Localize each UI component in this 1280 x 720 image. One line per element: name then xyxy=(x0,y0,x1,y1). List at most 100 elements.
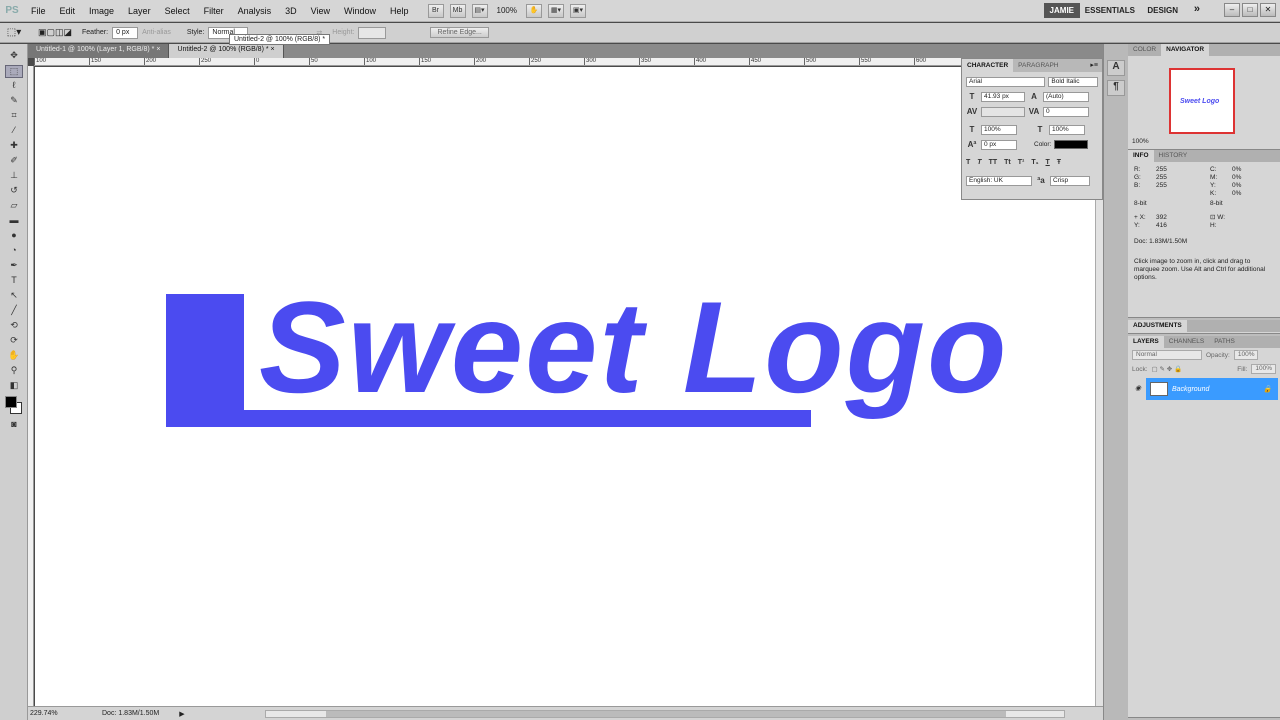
vertical-scale-input[interactable]: 100% xyxy=(981,124,1017,135)
eyedropper-tool-icon[interactable]: ⁄ xyxy=(5,125,23,138)
menu-analysis[interactable]: Analysis xyxy=(231,0,279,22)
marquee-tool-icon[interactable]: ⬚ xyxy=(5,65,23,78)
close-icon[interactable]: ✕ xyxy=(1260,3,1276,17)
zoom-level-dropdown[interactable]: 100% xyxy=(497,6,517,15)
close-tab-icon[interactable]: × xyxy=(271,46,275,53)
tab-character[interactable]: CHARACTER xyxy=(962,59,1014,72)
horizontal-scale-input[interactable]: 100% xyxy=(1049,124,1085,135)
type-tool-icon[interactable]: T xyxy=(5,275,23,288)
leading-input[interactable]: (Auto) xyxy=(1043,91,1089,102)
menu-view[interactable]: View xyxy=(304,0,337,22)
foreground-color-swatch[interactable] xyxy=(5,396,17,408)
menu-layer[interactable]: Layer xyxy=(121,0,158,22)
blend-mode-select[interactable]: Normal xyxy=(1132,350,1202,360)
menu-window[interactable]: Window xyxy=(337,0,383,22)
character-panel-icon[interactable]: A xyxy=(1107,60,1125,76)
anti-alias-checkbox[interactable]: Anti-alias xyxy=(142,29,171,36)
pen-tool-icon[interactable]: ✒ xyxy=(5,260,23,273)
zoom-tool-icon[interactable]: ⚲ xyxy=(5,365,23,378)
color-swatches[interactable] xyxy=(4,395,23,417)
subscript-button[interactable]: T₁ xyxy=(1031,159,1038,166)
minimize-icon[interactable]: – xyxy=(1224,3,1240,17)
blur-tool-icon[interactable]: ● xyxy=(5,230,23,243)
tab-layers[interactable]: LAYERS xyxy=(1128,336,1164,348)
shape-tool-icon[interactable]: ╱ xyxy=(5,305,23,318)
dodge-tool-icon[interactable]: ◔ xyxy=(5,245,23,258)
path-select-icon[interactable]: ↖ xyxy=(5,290,23,303)
fill-input[interactable]: 100% xyxy=(1251,364,1276,374)
scroll-thumb[interactable] xyxy=(325,710,1006,717)
workspace-jamie[interactable]: JAMIE xyxy=(1043,3,1080,18)
quick-mask-icon[interactable]: ◙ xyxy=(5,419,23,432)
mini-bridge-button[interactable]: Mb xyxy=(449,3,466,18)
language-select[interactable]: English: UK xyxy=(966,175,1032,186)
panel-menu-icon[interactable]: ▸≡ xyxy=(1086,59,1102,72)
paragraph-panel-icon[interactable]: ¶ xyxy=(1107,80,1125,96)
view-extras-icon[interactable]: ▤▾ xyxy=(471,3,488,18)
tab-history[interactable]: HISTORY xyxy=(1154,150,1193,162)
horizontal-scrollbar[interactable] xyxy=(264,709,1065,718)
3d-orbit-icon[interactable]: ⟳ xyxy=(5,335,23,348)
brush-tool-icon[interactable]: ✐ xyxy=(5,155,23,168)
default-colors-icon[interactable]: ◧ xyxy=(5,380,23,393)
screen-mode-icon[interactable]: ▣▾ xyxy=(569,3,586,18)
opacity-input[interactable]: 100% xyxy=(1233,350,1259,360)
selection-mode-icons[interactable]: ▣▢◫◪ xyxy=(38,27,72,38)
status-menu-arrow-icon[interactable]: ▶ xyxy=(179,710,184,718)
navigator-thumbnail[interactable]: Sweet Logo xyxy=(1169,68,1235,134)
status-zoom[interactable]: 229.74% xyxy=(28,710,62,717)
text-color-swatch[interactable] xyxy=(1054,140,1089,149)
anti-alias-select[interactable]: Crisp xyxy=(1050,175,1090,186)
superscript-button[interactable]: T¹ xyxy=(1018,159,1025,166)
arrange-documents-icon[interactable]: ▦▾ xyxy=(547,3,564,18)
font-size-input[interactable]: 41.93 px xyxy=(981,91,1025,102)
crop-tool-icon[interactable]: ⌗ xyxy=(5,110,23,123)
underline-button[interactable]: T xyxy=(1046,159,1050,166)
font-style-select[interactable]: Bold Italic xyxy=(1048,76,1098,87)
lock-icons[interactable]: ▢ ✎ ✥ 🔒 xyxy=(1152,365,1183,373)
eraser-tool-icon[interactable]: ▱ xyxy=(5,200,23,213)
menu-help[interactable]: Help xyxy=(383,0,416,22)
tab-untitled-2[interactable]: Untitled-2 @ 100% (RGB/8) * × xyxy=(169,44,284,58)
navigator-zoom[interactable]: 100% xyxy=(1132,138,1149,145)
feather-input[interactable]: 0 px xyxy=(112,26,139,39)
document-canvas[interactable]: Sweet Logo xyxy=(35,67,1095,706)
menu-image[interactable]: Image xyxy=(82,0,121,22)
refine-edge-button[interactable]: Refine Edge... xyxy=(430,27,489,38)
tab-color[interactable]: COLOR xyxy=(1128,44,1161,56)
tab-paragraph[interactable]: PARAGRAPH xyxy=(1013,59,1063,72)
eye-icon[interactable]: ◉ xyxy=(1130,378,1146,400)
more-workspaces-icon[interactable]: » xyxy=(1194,3,1200,15)
baseline-shift-input[interactable]: 0 px xyxy=(981,139,1017,150)
kerning-input[interactable] xyxy=(981,106,1025,117)
healing-brush-icon[interactable]: ✚ xyxy=(5,140,23,153)
tab-channels[interactable]: CHANNELS xyxy=(1164,336,1209,348)
menu-select[interactable]: Select xyxy=(158,0,197,22)
all-caps-button[interactable]: TT xyxy=(989,159,998,166)
tab-untitled-1[interactable]: Untitled-1 @ 100% (Layer 1, RGB/8) * × xyxy=(28,44,170,58)
marquee-preset-icon[interactable]: ⬚▾ xyxy=(0,27,28,38)
move-tool-icon[interactable]: ✥ xyxy=(5,50,23,63)
faux-bold-button[interactable]: T xyxy=(966,159,970,166)
3d-rotate-icon[interactable]: ⟲ xyxy=(5,320,23,333)
tab-paths[interactable]: PATHS xyxy=(1209,336,1240,348)
height-input[interactable] xyxy=(358,26,387,39)
hand-tool-icon[interactable]: ✋ xyxy=(5,350,23,363)
menu-edit[interactable]: Edit xyxy=(53,0,83,22)
menu-filter[interactable]: Filter xyxy=(197,0,231,22)
maximize-icon[interactable]: □ xyxy=(1242,3,1258,17)
bridge-button[interactable]: Br xyxy=(427,3,444,18)
tab-navigator[interactable]: NAVIGATOR xyxy=(1161,44,1210,56)
lasso-tool-icon[interactable]: ℓ xyxy=(5,80,23,93)
hand-tool-icon[interactable]: ✋ xyxy=(525,3,542,18)
quick-select-tool-icon[interactable]: ✎ xyxy=(5,95,23,108)
history-brush-icon[interactable]: ↺ xyxy=(5,185,23,198)
faux-italic-button[interactable]: T xyxy=(977,159,981,166)
menu-3d[interactable]: 3D xyxy=(278,0,304,22)
menu-file[interactable]: File xyxy=(24,0,53,22)
tab-adjustments[interactable]: ADJUSTMENTS xyxy=(1128,320,1187,332)
tracking-input[interactable]: 0 xyxy=(1043,106,1089,117)
font-family-select[interactable]: Arial xyxy=(966,76,1046,87)
small-caps-button[interactable]: Tt xyxy=(1004,159,1011,166)
gradient-tool-icon[interactable]: ▬ xyxy=(5,215,23,228)
